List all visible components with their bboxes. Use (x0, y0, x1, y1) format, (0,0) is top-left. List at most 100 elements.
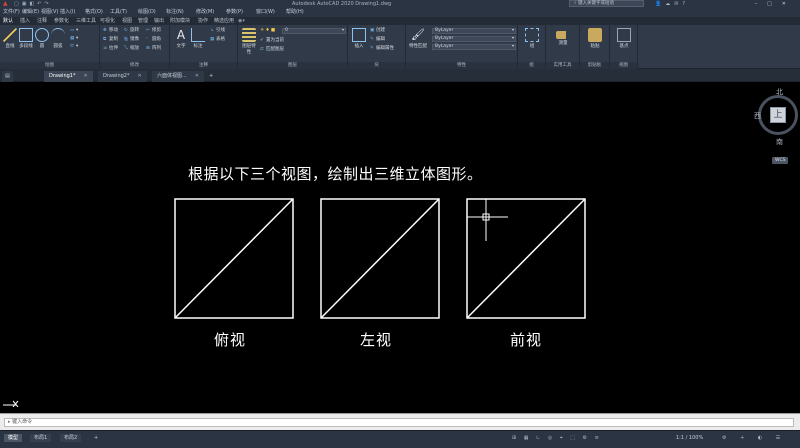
menu-view[interactable]: 视图(V) (41, 8, 58, 17)
edit-block-button[interactable]: ✎ 编辑 (370, 37, 385, 43)
wcs-menu[interactable]: WCS (772, 157, 789, 164)
tab-featured[interactable]: 精选应用 (214, 17, 234, 25)
app-menu-icon[interactable]: ▲ (3, 0, 8, 8)
tab-output[interactable]: 输出 (154, 17, 164, 25)
panel-utilities-label[interactable]: 实用工具 (546, 62, 579, 69)
close-icon[interactable]: ✕ (137, 73, 141, 79)
viewcube-top-face[interactable]: 上 (770, 107, 786, 123)
panel-properties-label[interactable]: 特性 (406, 62, 517, 69)
layer-dropdown[interactable]: 0 (282, 28, 346, 34)
base-point-button[interactable]: 基点 (615, 28, 633, 49)
panel-view-label[interactable]: 视图 (610, 62, 637, 69)
line-button[interactable]: 直线 (2, 28, 18, 49)
panel-draw-label[interactable]: 绘图 (0, 62, 99, 69)
move-button[interactable]: ✥ 移动 (103, 28, 118, 34)
tab-drawing1[interactable]: Drawing1* ✕ (44, 71, 93, 82)
menu-dimension[interactable]: 标注(N) (166, 8, 184, 17)
tab-visualize[interactable]: 可视化 (100, 17, 115, 25)
compass-north[interactable]: 北 (776, 87, 783, 97)
panel-annotation-label[interactable]: 注释 (170, 62, 237, 69)
panel-layers-label[interactable]: 图层 (238, 62, 347, 69)
menu-param[interactable]: 参数(P) (226, 8, 243, 17)
circle-button[interactable]: 圆 (34, 28, 50, 49)
layout-tab-layout2[interactable]: 布局2 (60, 434, 82, 442)
color-dropdown[interactable]: ByLayer (432, 28, 516, 34)
top-view-drawing[interactable] (174, 198, 294, 319)
tab-addins[interactable]: 附加模块 (170, 17, 190, 25)
panel-block-label[interactable]: 块 (348, 62, 405, 69)
layout-tab-layout1[interactable]: 布局1 (30, 434, 52, 442)
layer-properties-button[interactable]: 图层特性 (241, 28, 257, 55)
menu-draw[interactable]: 绘图(D) (138, 8, 156, 17)
copy-button[interactable]: ⧉ 复制 (103, 37, 118, 43)
close-icon[interactable]: ✕ (195, 73, 199, 79)
match-layer-button[interactable]: ⇄ 匹配图层 (260, 47, 284, 53)
set-current-button[interactable]: ✔ 置为当前 (260, 38, 284, 44)
draw-extra-hatch[interactable]: ▦ ▾ (70, 36, 78, 42)
tab-start[interactable]: ▤ (2, 71, 13, 82)
close-icon[interactable]: ✕ (83, 73, 87, 79)
panel-clipboard-label[interactable]: 剪贴板 (580, 62, 609, 69)
menu-window[interactable]: 窗口(W) (256, 8, 275, 17)
scale-button[interactable]: ⤡ 缩放 (124, 46, 139, 52)
tab-drawing2[interactable]: Drawing2* ✕ (98, 71, 147, 82)
linetype-dropdown[interactable]: ByLayer (432, 44, 516, 50)
leader-button[interactable]: ↘ 引线 (210, 28, 225, 34)
menu-file[interactable]: 文件(F) (3, 8, 20, 17)
ribbon-options-icon[interactable]: ◉▾ (238, 17, 245, 25)
paste-button[interactable]: 粘贴 (586, 28, 604, 49)
tab-view[interactable]: 视图 (122, 17, 132, 25)
tab-collaborate[interactable]: 协作 (198, 17, 208, 25)
group-button[interactable]: 组 (523, 28, 541, 49)
layout-tab-model[interactable]: 模型 (4, 434, 23, 442)
quick-access-icons[interactable]: ▢▣◧↶↷ (14, 0, 52, 8)
panel-modify-label[interactable]: 修改 (100, 62, 169, 69)
match-properties-button[interactable]: 🖌 特性匹配 (409, 28, 427, 49)
panel-groups-label[interactable]: 组 (518, 62, 545, 69)
command-input[interactable]: ▸ 键入命令 (4, 418, 794, 427)
menu-tools[interactable]: 工具(T) (110, 8, 127, 17)
draw-extra-rect[interactable]: ▭ ▾ (70, 28, 78, 34)
measure-button[interactable]: 测量 (553, 28, 573, 46)
layer-state-icons[interactable]: ☀ ♦ ■ (260, 28, 275, 34)
menu-help[interactable]: 帮助(H) (286, 8, 304, 17)
polyline-button[interactable]: 多段线 (18, 28, 34, 49)
rotate-button[interactable]: ↻ 旋转 (124, 28, 139, 34)
fillet-button[interactable]: ◜ 圆角 (146, 37, 161, 43)
tab-insert[interactable]: 插入 (20, 17, 30, 25)
insert-block-button[interactable]: 插入 (351, 28, 367, 49)
menu-insert[interactable]: 插入(I) (60, 8, 75, 17)
text-button[interactable]: A 文字 (173, 28, 189, 49)
status-toggle-icons[interactable]: ⊞ ▦ ∟ ◎ ⌖ ⬚ ⚙ ≡ (512, 435, 602, 441)
table-button[interactable]: ▦ 表格 (210, 37, 225, 43)
tab-manage[interactable]: 管理 (138, 17, 148, 25)
layout-tab-add[interactable]: + (90, 434, 102, 442)
drawing-canvas[interactable]: 根据以下三个视图，绘制出三维立体图形。 俯视 左视 前视 北 西 南 上 WCS (0, 83, 800, 413)
status-menu-icons[interactable]: ⚙ + ◐ ☰ (722, 435, 786, 441)
tab-hexahedron[interactable]: 六面体视图... ✕ (152, 71, 204, 82)
menu-edit[interactable]: 编辑(E) (22, 8, 39, 17)
stretch-button[interactable]: ⇲ 拉伸 (103, 46, 118, 52)
draw-extra-ellipse[interactable]: ⬭ ▾ (70, 44, 78, 50)
menu-format[interactable]: 格式(O) (85, 8, 103, 17)
mirror-button[interactable]: ⧎ 镜像 (124, 37, 139, 43)
annotation-scale[interactable]: 1:1 / 100% (676, 435, 703, 441)
window-controls[interactable]: –□✕ (755, 0, 796, 8)
tab-annotate[interactable]: 注释 (37, 17, 47, 25)
compass-west[interactable]: 西 (754, 111, 761, 121)
dimension-button[interactable]: 标注 (190, 28, 206, 49)
compass-south[interactable]: 南 (776, 137, 783, 147)
array-button[interactable]: ⊞ 阵列 (146, 46, 161, 52)
left-view-drawing[interactable] (320, 198, 440, 319)
tab-parametric[interactable]: 参数化 (54, 17, 69, 25)
create-block-button[interactable]: ▣ 创建 (370, 28, 385, 34)
menu-modify[interactable]: 修改(M) (196, 8, 214, 17)
tab-3d-tools[interactable]: 三维工具 (76, 17, 96, 25)
arc-button[interactable]: 圆弧 (50, 28, 66, 49)
viewcube[interactable]: 北 西 南 上 WCS (752, 87, 800, 169)
edit-attributes-button[interactable]: ✎ 编辑属性 (370, 46, 394, 52)
new-tab-button[interactable]: + (204, 71, 218, 82)
lineweight-dropdown[interactable]: ByLayer (432, 36, 516, 42)
account-icons[interactable]: 👤☁✉? (655, 0, 689, 8)
help-search-input[interactable]: ⌕ 键入关键字或短语 (569, 0, 644, 7)
